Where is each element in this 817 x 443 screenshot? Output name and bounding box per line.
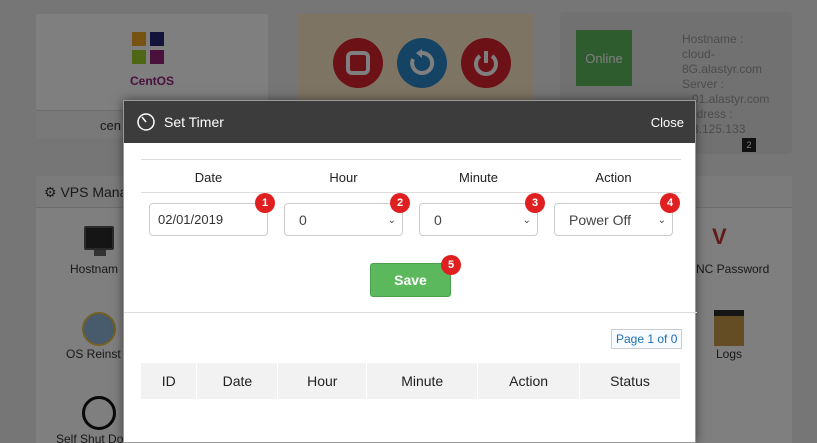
timer-icon — [137, 113, 155, 131]
step-badge-3: 3 — [525, 193, 545, 213]
column-date: Date — [196, 363, 279, 399]
modal-header: Set Timer Close — [124, 101, 695, 143]
timer-form: Date Hour Minute Action 1 0 ⌄ 2 0 ⌄ — [141, 159, 681, 249]
action-select-value: Power Off — [569, 212, 631, 228]
form-header-row: Date Hour Minute Action — [141, 159, 681, 193]
hour-select-value: 0 — [299, 212, 307, 228]
hour-select[interactable]: 0 ⌄ — [284, 203, 403, 236]
hour-cell: 0 ⌄ 2 — [276, 193, 411, 249]
minute-select-value: 0 — [434, 212, 442, 228]
column-hour: Hour — [277, 363, 368, 399]
close-button[interactable]: Close — [651, 115, 684, 130]
step-badge-5: 5 — [441, 255, 461, 275]
chevron-down-icon: ⌄ — [387, 215, 396, 226]
minute-cell: 0 ⌄ 3 — [411, 193, 546, 249]
modal-title: Set Timer — [164, 114, 224, 130]
action-select[interactable]: Power Off ⌄ — [554, 203, 673, 236]
column-id: ID — [141, 363, 198, 399]
pagination-indicator[interactable]: Page 1 of 0 — [611, 329, 683, 349]
column-action: Action — [477, 363, 581, 399]
column-minute: Minute — [366, 363, 479, 399]
step-badge-2: 2 — [390, 193, 410, 213]
table-header-row: ID Date Hour Minute Action Status — [141, 363, 681, 399]
minute-select[interactable]: 0 ⌄ — [419, 203, 538, 236]
column-status: Status — [579, 363, 681, 399]
date-cell: 1 — [141, 193, 276, 249]
header-action: Action — [595, 170, 632, 185]
chevron-down-icon: ⌄ — [522, 215, 531, 226]
step-badge-4: 4 — [660, 193, 680, 213]
action-cell: Power Off ⌄ 4 — [546, 193, 681, 249]
header-hour: Hour — [329, 170, 358, 185]
chevron-down-icon: ⌄ — [657, 215, 666, 226]
set-timer-modal: Set Timer Close Date Hour Minute Action … — [123, 100, 697, 443]
header-date: Date — [194, 170, 223, 185]
date-input[interactable] — [149, 203, 268, 236]
save-button[interactable]: Save — [370, 263, 451, 297]
header-minute: Minute — [458, 170, 499, 185]
modal-divider — [124, 312, 697, 313]
step-badge-1: 1 — [255, 193, 275, 213]
form-input-row: 1 0 ⌄ 2 0 ⌄ 3 Power Off ⌄ — [141, 193, 681, 249]
timer-results-table: ID Date Hour Minute Action Status — [141, 363, 681, 399]
